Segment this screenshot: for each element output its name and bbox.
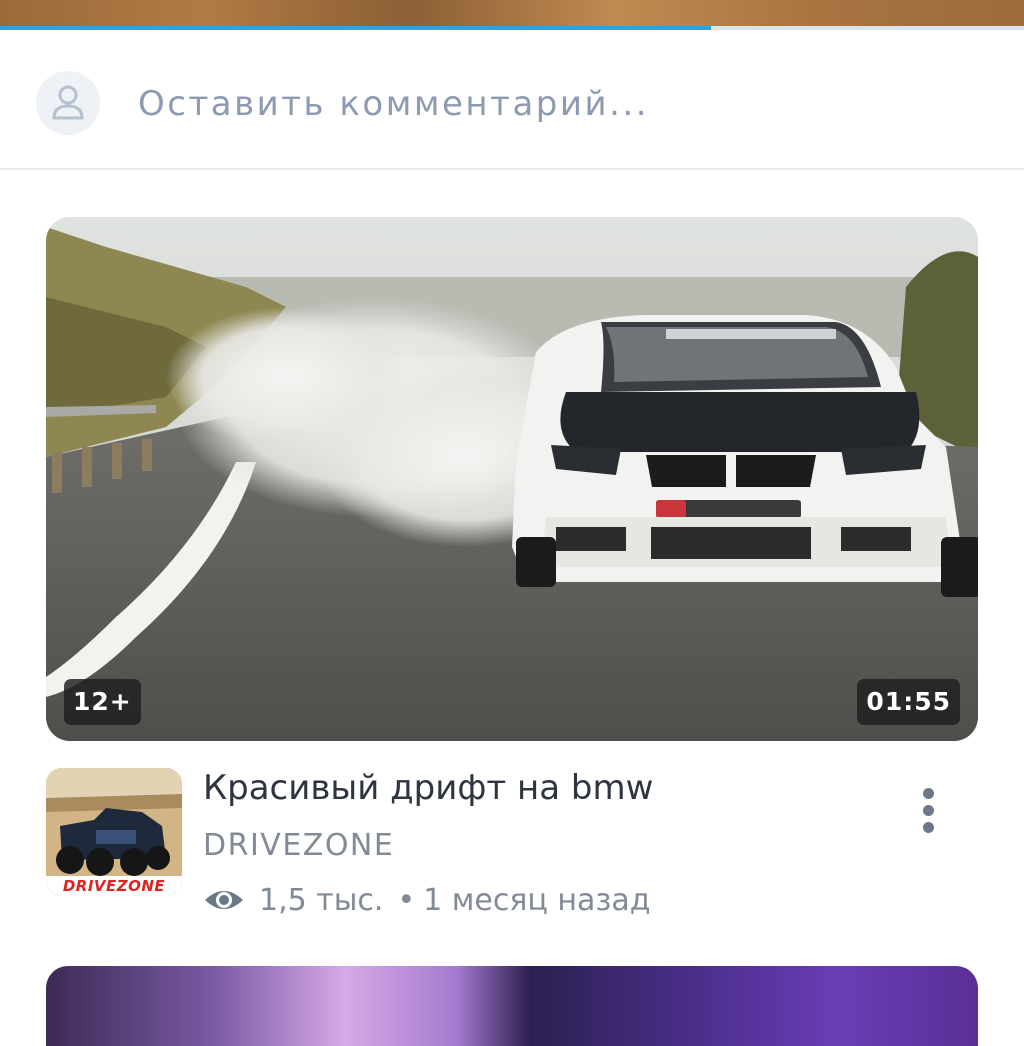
- person-icon: [52, 85, 84, 120]
- more-dot: [922, 804, 934, 816]
- next-video-thumbnail[interactable]: [46, 966, 978, 1046]
- comment-input[interactable]: [138, 82, 958, 126]
- video-thumbnail-image: [46, 217, 978, 741]
- meta-separator: •: [397, 882, 416, 918]
- eye-icon: [203, 886, 245, 914]
- previous-video-thumbnail-strip[interactable]: [0, 0, 1024, 26]
- more-dot: [922, 821, 934, 833]
- view-count: 1,5 тыс.: [259, 882, 384, 918]
- comment-composer[interactable]: [0, 30, 1024, 170]
- video-title[interactable]: Красивый дрифт на bmw: [203, 768, 883, 808]
- more-vertical-icon[interactable]: [900, 780, 956, 840]
- channel-logo-text: DRIVEZONE: [62, 877, 166, 895]
- more-dot: [922, 787, 934, 799]
- video-thumbnail[interactable]: 12+ 01:55: [46, 217, 978, 741]
- published-time: 1 месяц назад: [423, 882, 651, 918]
- video-meta: 1,5 тыс. • 1 месяц назад: [203, 878, 650, 922]
- user-avatar: [36, 71, 100, 135]
- age-rating-badge: 12+: [64, 679, 141, 725]
- channel-avatar[interactable]: DRIVEZONE: [46, 768, 182, 896]
- channel-name[interactable]: DRIVEZONE: [203, 828, 394, 863]
- duration-badge: 01:55: [857, 679, 960, 725]
